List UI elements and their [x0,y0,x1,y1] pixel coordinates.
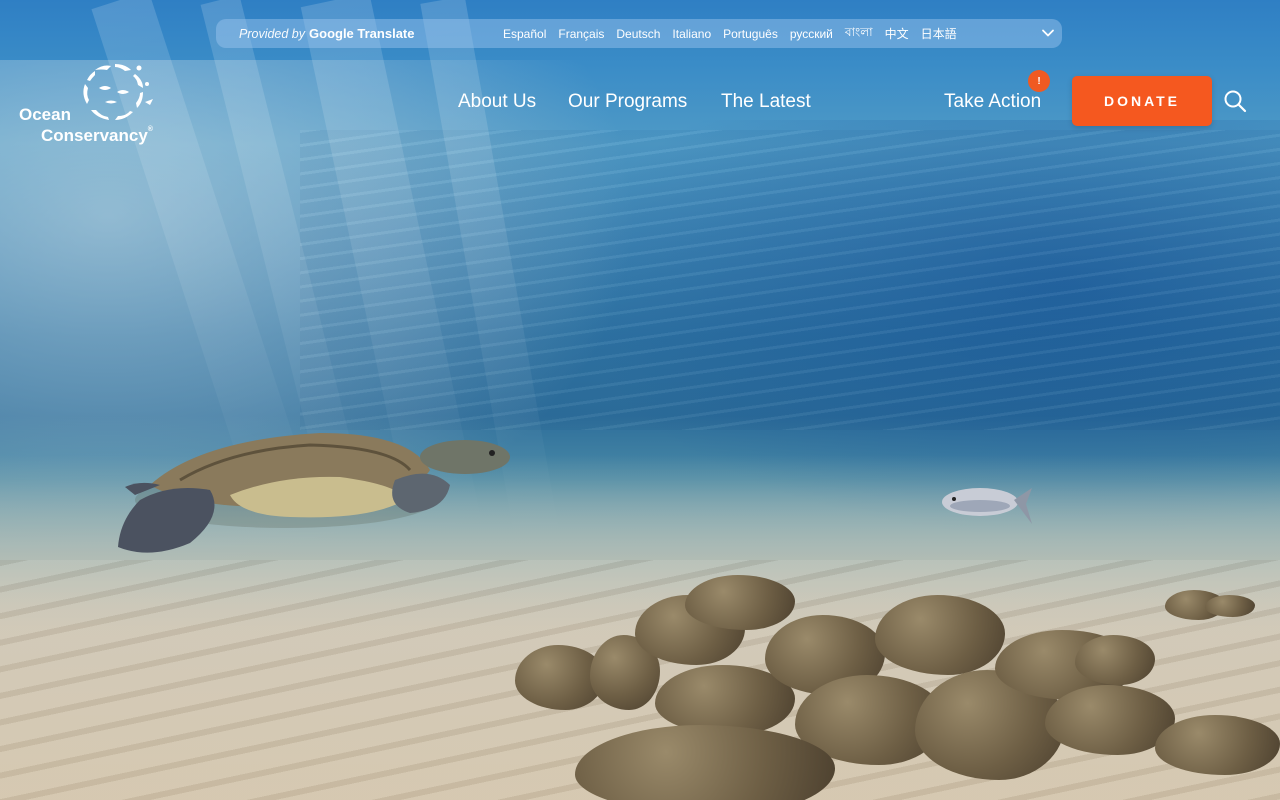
donate-button[interactable]: DONATE [1072,76,1212,126]
nav-about-us[interactable]: About Us [458,91,536,113]
language-link-italian[interactable]: Italiano [672,27,711,41]
logo-word-conservancy: Conservancy® [41,126,153,146]
logo-word-conservancy-text: Conservancy [41,126,148,145]
language-list: Español Français Deutsch Italiano Portug… [503,19,957,48]
nav-take-action[interactable]: Take Action [944,91,1041,113]
language-link-russian[interactable]: русский [790,27,833,41]
language-link-spanish[interactable]: Español [503,27,546,41]
sea-turtle-image [118,433,510,553]
translate-bar: Provided by Google Translate Español Fra… [216,19,1062,48]
google-translate-label: Google Translate [309,26,415,41]
registered-mark: ® [147,126,153,133]
rock-pile [515,575,1280,800]
fish-image [942,488,1032,524]
provided-by-label: Provided by [239,26,306,41]
take-action-alert-badge: ! [1028,70,1050,92]
language-link-chinese[interactable]: 中文 [885,25,909,42]
nav-the-latest[interactable]: The Latest [721,91,811,113]
language-link-german[interactable]: Deutsch [616,27,660,41]
language-link-bengali[interactable]: বাংলা [845,24,873,44]
language-link-french[interactable]: Français [558,27,604,41]
chevron-down-icon[interactable] [1041,26,1055,40]
nav-our-programs[interactable]: Our Programs [568,91,687,113]
language-link-portuguese[interactable]: Português [723,27,778,41]
search-icon[interactable] [1223,89,1247,113]
language-link-japanese[interactable]: 日本語 [921,25,957,42]
